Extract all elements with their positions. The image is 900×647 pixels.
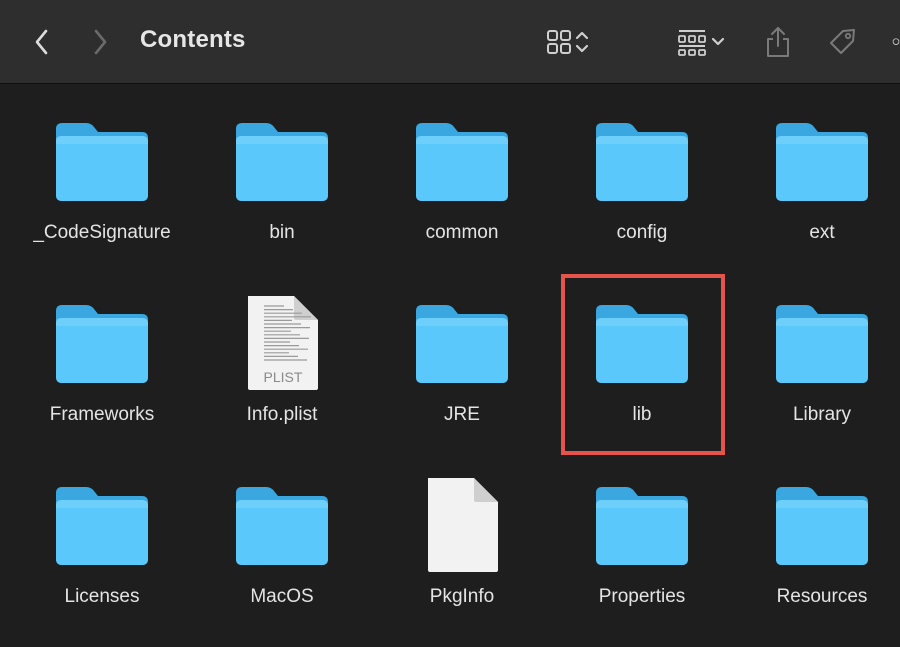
forward-button[interactable] <box>86 26 114 58</box>
view-mode-button[interactable] <box>536 26 598 58</box>
folder-icon <box>192 480 372 570</box>
folder-icon <box>372 116 552 206</box>
file-item-common[interactable]: common <box>372 84 552 254</box>
file-label: _CodeSignature <box>33 222 171 243</box>
file-label: config <box>616 222 668 243</box>
chevron-left-icon <box>35 29 48 55</box>
file-item-lib[interactable]: lib <box>552 266 732 436</box>
file-label: common <box>425 222 499 243</box>
folder-icon <box>372 298 552 388</box>
tag-icon <box>830 29 855 54</box>
file-item-ext[interactable]: ext <box>732 84 900 254</box>
file-item-bin[interactable]: bin <box>192 84 372 254</box>
file-label: lib <box>632 404 652 425</box>
folder-icon <box>552 480 732 570</box>
file-item-macos[interactable]: MacOS <box>192 448 372 618</box>
file-label: Library <box>792 404 852 425</box>
file-item-pkginfo[interactable]: PkgInfo <box>372 448 552 618</box>
folder-icon <box>12 480 192 570</box>
file-label: bin <box>269 222 295 243</box>
chevron-down-icon <box>711 37 725 46</box>
document-icon <box>372 478 552 572</box>
finder-window: Contents _CodeSignature bin common confi… <box>0 0 900 647</box>
file-item-frameworks[interactable]: Frameworks <box>12 266 192 436</box>
file-item-resources[interactable]: Resources <box>732 448 900 618</box>
toolbar: Contents <box>0 0 900 84</box>
folder-icon <box>552 298 732 388</box>
file-label: JRE <box>444 404 480 425</box>
file-label: Frameworks <box>49 404 155 425</box>
tag-button[interactable] <box>822 24 862 60</box>
icon-grid: _CodeSignature bin common config ext Framewor… <box>0 84 900 647</box>
folder-icon <box>12 298 192 388</box>
plist-file-icon: PLIST <box>192 296 372 390</box>
group-by-button[interactable] <box>668 26 734 58</box>
search-icon <box>892 38 900 45</box>
folder-icon <box>732 298 900 388</box>
file-label: MacOS <box>250 586 314 607</box>
folder-icon <box>732 480 900 570</box>
share-icon <box>767 27 789 57</box>
file-item-codesignature[interactable]: _CodeSignature <box>12 84 192 254</box>
grid-view-icon <box>547 30 571 54</box>
file-label: Info.plist <box>246 404 318 425</box>
chevron-updown-icon <box>575 31 589 53</box>
group-by-icon <box>678 30 706 56</box>
file-label: PkgInfo <box>429 586 495 607</box>
plist-badge: PLIST <box>264 369 303 385</box>
folder-icon <box>552 116 732 206</box>
folder-icon <box>732 116 900 206</box>
chevron-right-icon <box>94 29 107 55</box>
window-title: Contents <box>140 26 246 53</box>
file-item-licenses[interactable]: Licenses <box>12 448 192 618</box>
search-button[interactable] <box>892 30 900 54</box>
folder-icon <box>12 116 192 206</box>
file-label: Properties <box>598 586 686 607</box>
share-button[interactable] <box>760 24 796 60</box>
file-label: ext <box>809 222 835 243</box>
file-label: Licenses <box>64 586 140 607</box>
file-item-jre[interactable]: JRE <box>372 266 552 436</box>
file-item-library[interactable]: Library <box>732 266 900 436</box>
file-label: Resources <box>776 586 868 607</box>
folder-icon <box>192 116 372 206</box>
file-item-config[interactable]: config <box>552 84 732 254</box>
file-item-properties[interactable]: Properties <box>552 448 732 618</box>
back-button[interactable] <box>28 26 56 58</box>
file-item-info-plist[interactable]: PLIST Info.plist <box>192 266 372 436</box>
